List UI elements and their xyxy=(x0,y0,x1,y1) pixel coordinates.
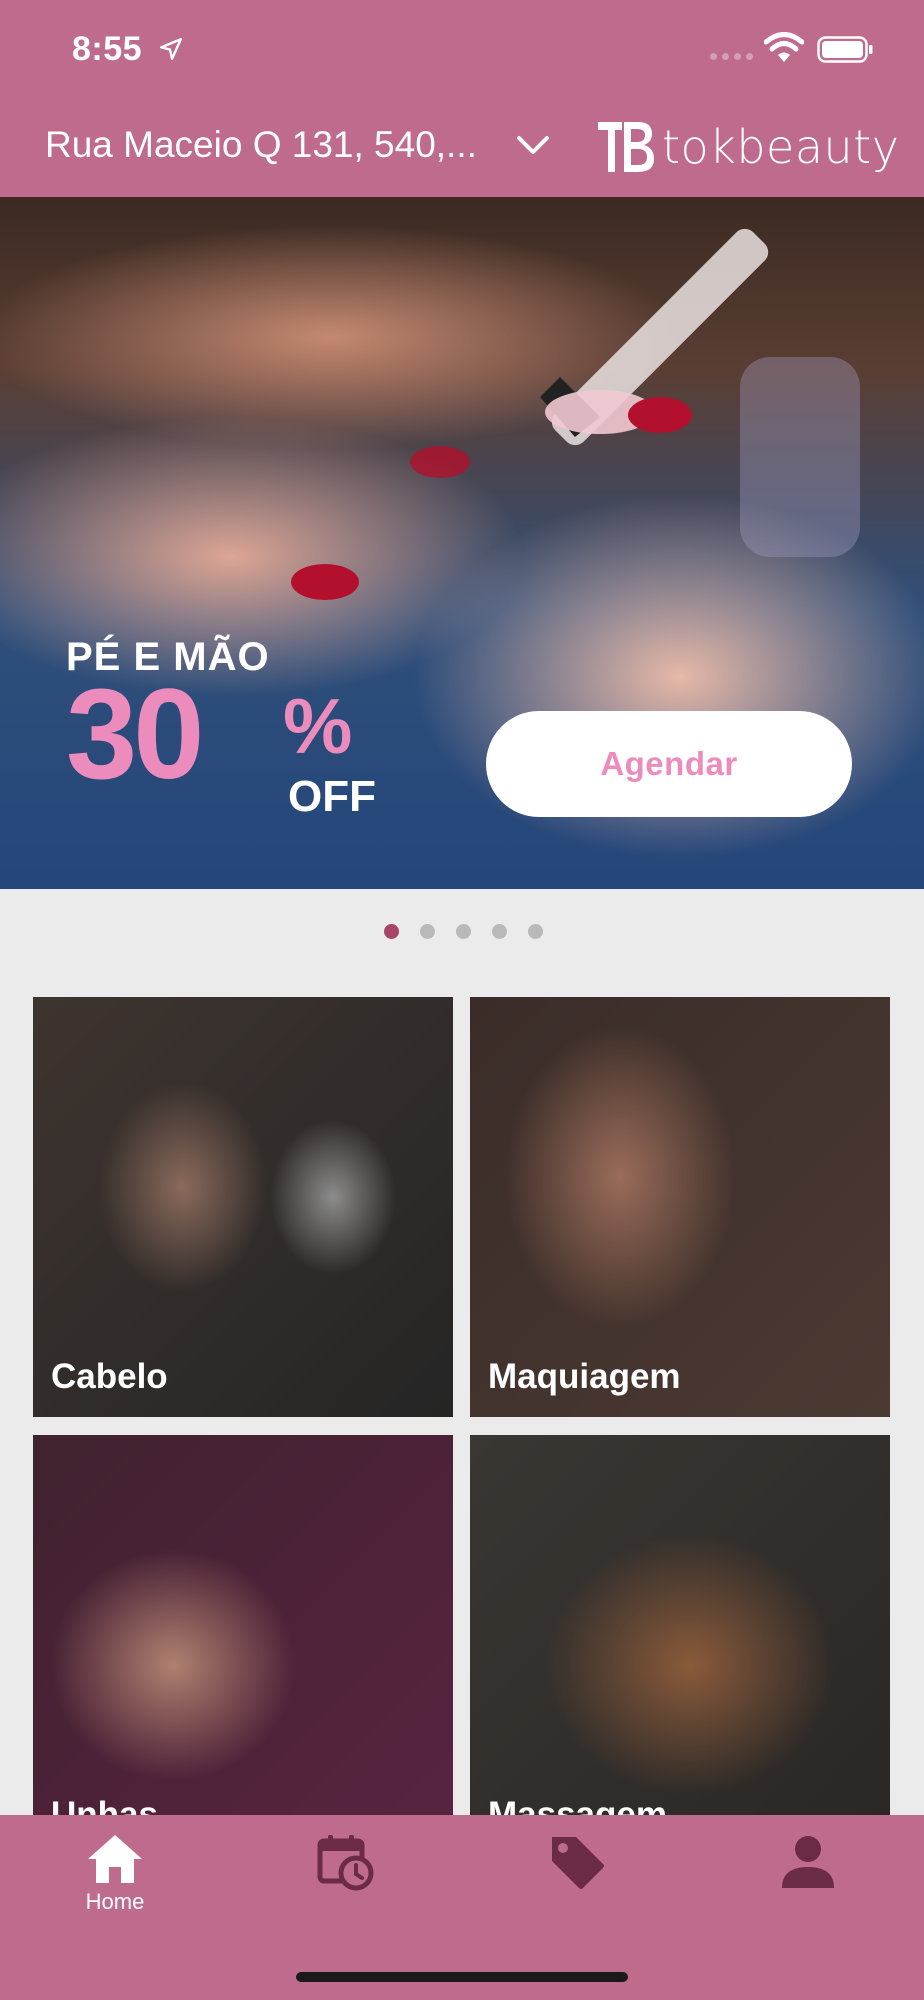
logo-mark-icon xyxy=(598,122,654,172)
battery-icon xyxy=(817,36,873,63)
agendar-button[interactable]: Agendar xyxy=(486,711,852,817)
pager-dot[interactable] xyxy=(528,924,543,939)
category-maquiagem[interactable]: Maquiagem xyxy=(470,997,890,1417)
nav-agenda[interactable] xyxy=(270,1815,420,1945)
location-arrow-icon xyxy=(160,38,182,60)
nav-home-label: Home xyxy=(85,1889,145,1914)
pager-dot[interactable] xyxy=(420,924,435,939)
category-label: Cabelo xyxy=(51,1357,168,1396)
wifi-icon xyxy=(764,32,804,62)
home-icon xyxy=(88,1835,142,1883)
app-header: 8:55 Rua Maceio Q 131, 540,... tokbeauty xyxy=(0,0,924,197)
promo-discount: 30 xyxy=(66,663,204,806)
brand-logo: tokbeauty xyxy=(596,118,899,176)
promo-percent: % xyxy=(283,682,353,770)
pager-dot[interactable] xyxy=(492,924,507,939)
banner-pager xyxy=(384,924,543,939)
tag-icon xyxy=(552,1837,604,1889)
home-indicator xyxy=(296,1972,628,1982)
calendar-clock-icon xyxy=(317,1835,374,1891)
nav-perfil[interactable] xyxy=(733,1815,883,1945)
person-icon xyxy=(782,1836,834,1888)
status-time: 8:55 xyxy=(72,30,143,68)
pager-dot[interactable] xyxy=(456,924,471,939)
category-label: Maquiagem xyxy=(488,1357,681,1396)
chevron-down-icon[interactable] xyxy=(515,134,551,158)
category-massagem[interactable]: Massagem xyxy=(470,1435,890,1855)
address-selector[interactable]: Rua Maceio Q 131, 540,... xyxy=(45,124,485,166)
nav-promocoes[interactable] xyxy=(502,1815,652,1945)
category-unhas[interactable]: Unhas xyxy=(33,1435,453,1855)
promo-banner[interactable]: PÉ E MÃO 30 % OFF Agendar xyxy=(0,197,924,889)
category-cabelo[interactable]: Cabelo xyxy=(33,997,453,1417)
pager-dot[interactable] xyxy=(384,924,399,939)
promo-off: OFF xyxy=(288,772,376,821)
cell-signal-icon xyxy=(710,53,753,60)
nav-home[interactable]: Home xyxy=(40,1815,190,1945)
brand-name: tokbeauty xyxy=(662,120,900,174)
